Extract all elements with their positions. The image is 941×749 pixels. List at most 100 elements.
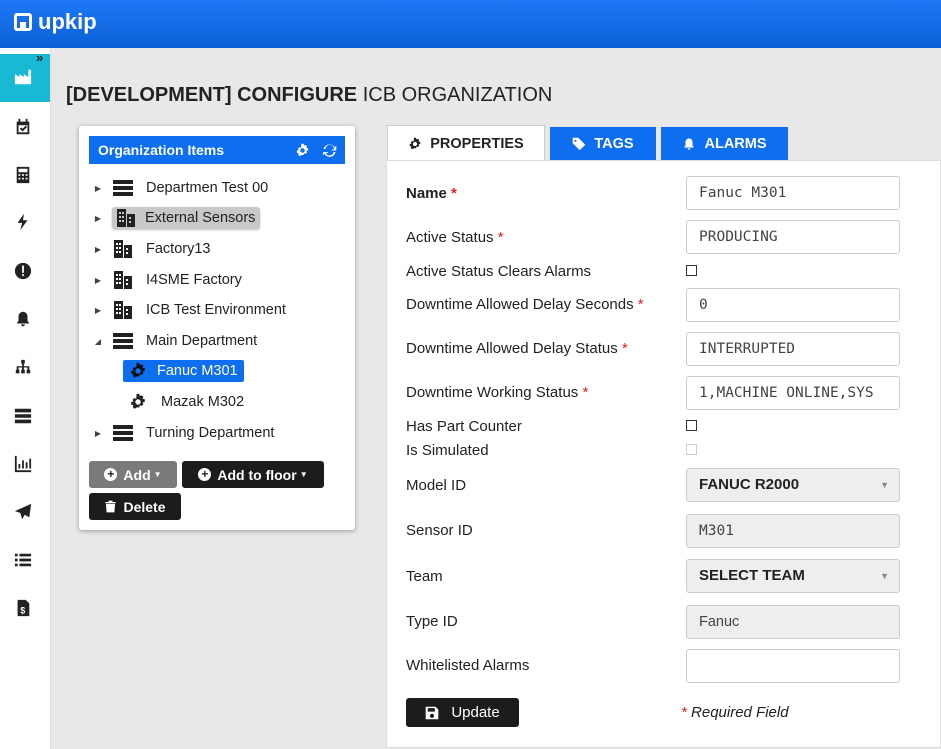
active-status-field[interactable]: PRODUCING	[686, 220, 900, 254]
list-icon[interactable]	[12, 549, 34, 571]
required-marker: *	[621, 340, 628, 357]
tree-item-label: Main Department	[146, 333, 258, 349]
factory-icon[interactable]	[12, 66, 34, 88]
tree-item-departmen-test-00[interactable]: ▶ Departmen Test 00	[92, 175, 272, 201]
active-status-clears-alarms-checkbox[interactable]	[686, 265, 697, 276]
downtime-delay-seconds-field[interactable]: 0	[686, 288, 900, 322]
model-id-value: FANUC R2000	[699, 476, 800, 493]
whitelisted-alarms-field[interactable]	[686, 649, 900, 683]
tab-tags[interactable]: TAGS	[550, 127, 656, 161]
add-to-floor-button[interactable]: + Add to floor ▼	[182, 461, 324, 488]
building-icon	[115, 209, 137, 227]
plus-circle-icon: +	[198, 468, 212, 481]
organization-panel-title: Organization Items	[98, 142, 225, 158]
bell-icon[interactable]	[12, 308, 34, 330]
tag-icon	[573, 137, 586, 151]
model-id-label: Model ID	[406, 477, 467, 494]
top-bar: upkip	[0, 0, 941, 48]
tree-item-main-department[interactable]: ◢ Main Department	[92, 328, 261, 354]
downtime-working-status-field[interactable]: 1,MACHINE ONLINE,SYS	[686, 376, 900, 410]
gear-icon	[410, 137, 421, 149]
tree-item-label: ICB Test Environment	[146, 302, 286, 318]
expand-caret-icon[interactable]: ▶	[92, 276, 104, 285]
add-button[interactable]: + Add ▼	[89, 461, 177, 488]
tree-item-label: Fanuc M301	[157, 363, 238, 379]
tab-alarms[interactable]: ALARMS	[661, 127, 788, 161]
calendar-check-icon[interactable]	[12, 116, 34, 138]
gear-icon	[127, 362, 149, 380]
delete-button[interactable]: Delete	[89, 493, 181, 520]
required-marker: *	[497, 229, 504, 246]
plus-circle-icon: +	[104, 468, 118, 481]
required-marker: *	[451, 185, 457, 202]
tree-item-label: I4SME Factory	[146, 272, 242, 288]
organization-panel-header: Organization Items	[89, 136, 345, 164]
downtime-delay-status-label: Downtime Allowed Delay Status *	[406, 340, 628, 357]
expand-caret-icon[interactable]: ▶	[92, 184, 104, 193]
expand-sidebar-icon[interactable]: »	[36, 50, 43, 65]
sensor-id-label: Sensor ID	[406, 522, 473, 539]
tree-item-i4sme-factory[interactable]: ▶ I4SME Factory	[92, 267, 246, 293]
tree-item-label: Mazak M302	[161, 394, 245, 410]
building-icon	[112, 240, 134, 258]
caret-down-icon: ▼	[299, 470, 308, 479]
settings-gear-icon[interactable]	[295, 143, 310, 158]
bell-icon	[684, 138, 695, 150]
caret-down-icon: ▼	[153, 470, 162, 479]
expand-caret-icon[interactable]: ▶	[92, 429, 104, 438]
required-field-note: * Required Field	[681, 704, 789, 721]
has-part-counter-label: Has Part Counter	[406, 418, 522, 435]
trash-icon	[105, 500, 117, 513]
tree-item-factory13[interactable]: ▶ Factory13	[92, 236, 214, 262]
server-icon[interactable]	[12, 405, 34, 427]
has-part-counter-checkbox[interactable]	[686, 420, 697, 431]
tree-item-fanuc-m301[interactable]: Fanuc M301	[123, 358, 244, 384]
update-button[interactable]: Update	[406, 698, 519, 727]
expand-caret-icon[interactable]: ▶	[92, 214, 104, 223]
sensor-id-field: M301	[686, 514, 900, 548]
tree-item-turning-department[interactable]: ▶ Turning Department	[92, 420, 278, 446]
is-simulated-label: Is Simulated	[406, 442, 489, 459]
bar-chart-icon[interactable]	[12, 453, 34, 475]
required-field-text: Required Field	[691, 704, 789, 721]
tree-item-external-sensors[interactable]: ▶ External Sensors	[92, 205, 261, 231]
tree-item-mazak-m302[interactable]: Mazak M302	[127, 389, 248, 415]
name-field[interactable]: Fanuc M301	[686, 176, 900, 210]
tree-item-label: Turning Department	[146, 425, 275, 441]
tab-properties[interactable]: PROPERTIES	[387, 125, 545, 161]
svg-text:$: $	[20, 605, 25, 615]
paper-plane-icon[interactable]	[12, 501, 34, 523]
add-button-label: Add	[123, 466, 151, 483]
expand-caret-icon[interactable]: ▶	[92, 306, 104, 315]
calculator-icon[interactable]	[12, 164, 34, 186]
tree-item-label: Departmen Test 00	[146, 180, 269, 196]
upkip-logo[interactable]: upkip	[14, 9, 97, 35]
downtime-delay-status-field[interactable]: INTERRUPTED	[686, 332, 900, 366]
server-icon	[112, 179, 134, 197]
chevron-down-icon: ▼	[880, 571, 889, 581]
expand-caret-icon[interactable]: ▶	[92, 245, 104, 254]
model-id-select[interactable]: FANUC R2000 ▼	[686, 468, 900, 502]
collapse-caret-icon[interactable]: ◢	[92, 337, 104, 346]
add-to-floor-button-label: Add to floor	[217, 466, 297, 483]
tree-item-label: External Sensors	[145, 210, 256, 226]
exclamation-circle-icon[interactable]	[12, 260, 34, 282]
team-label: Team	[406, 568, 443, 585]
invoice-icon[interactable]: $	[12, 597, 34, 619]
team-select[interactable]: SELECT TEAM ▼	[686, 559, 900, 593]
refresh-icon[interactable]	[322, 143, 337, 158]
downtime-working-status-label: Downtime Working Status *	[406, 384, 589, 401]
required-marker: *	[582, 384, 589, 401]
tree-item-icb-test-environment[interactable]: ▶ ICB Test Environment	[92, 297, 290, 323]
server-icon	[112, 332, 134, 350]
tab-label: PROPERTIES	[430, 135, 524, 152]
delete-button-label: Delete	[123, 498, 166, 515]
bolt-icon[interactable]	[12, 211, 34, 233]
tab-label: ALARMS	[704, 136, 767, 152]
name-label: Name *	[406, 185, 457, 202]
tree-item-label: Factory13	[146, 241, 211, 257]
required-marker: *	[637, 296, 644, 313]
downtime-delay-seconds-label: Downtime Allowed Delay Seconds *	[406, 296, 644, 313]
page-title: [DEVELOPMENT] CONFIGURE ICB ORGANIZATION	[66, 84, 552, 107]
sitemap-icon[interactable]	[12, 357, 34, 379]
